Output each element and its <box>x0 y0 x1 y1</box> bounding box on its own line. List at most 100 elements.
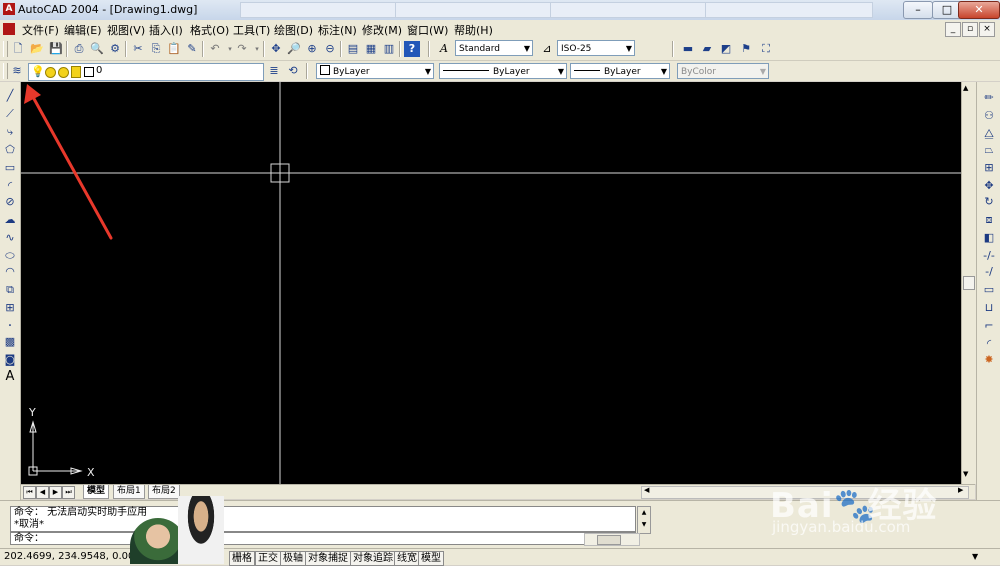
scroll-left-arrow[interactable]: ◀ <box>644 486 649 494</box>
doc-close-button[interactable]: × <box>979 22 995 37</box>
chamfer-icon[interactable]: ⌐ <box>981 318 997 334</box>
region-icon[interactable]: ◙ <box>2 352 18 368</box>
menu-window[interactable]: 窗口(W) <box>407 22 448 38</box>
dashboard-icon-4[interactable]: ⚑ <box>738 41 754 57</box>
revision-cloud-icon[interactable]: ☁ <box>2 212 18 228</box>
zoom-previous-icon[interactable]: ⊖ <box>322 41 338 57</box>
doc-minimize-button[interactable]: _ <box>945 22 961 37</box>
layer-previous-icon[interactable]: ⟲ <box>285 63 301 79</box>
autocad-doc-icon[interactable] <box>3 23 15 35</box>
dashboard-icon-5[interactable]: ⛶ <box>758 41 774 57</box>
arc-icon[interactable]: ◜ <box>2 178 18 194</box>
scroll-down-arrow[interactable]: ▼ <box>963 470 968 478</box>
scroll-up-arrow[interactable]: ▲ <box>963 84 968 92</box>
close-button[interactable]: ✕ <box>958 1 1000 19</box>
copy-object-icon[interactable]: ⚇ <box>981 108 997 124</box>
mirror-icon[interactable]: ⧋ <box>981 126 997 142</box>
fillet-icon[interactable]: ◜ <box>981 336 997 352</box>
dim-style-icon[interactable]: ⊿ <box>539 41 555 57</box>
explode-icon[interactable]: ✸ <box>981 352 997 368</box>
menu-help[interactable]: 帮助(H) <box>454 22 493 38</box>
doc-restore-button[interactable]: ▫ <box>962 22 978 37</box>
save-icon[interactable]: 💾 <box>48 41 64 57</box>
minimize-button[interactable]: – <box>903 1 933 19</box>
menu-format[interactable]: 格式(O) <box>190 22 229 38</box>
text-style-icon[interactable]: A <box>436 41 452 57</box>
construction-line-icon[interactable]: ⟋ <box>2 106 18 122</box>
help-icon[interactable]: ? <box>404 41 420 57</box>
tool-palettes-icon[interactable]: ▥ <box>381 41 397 57</box>
scroll-right-arrow[interactable]: ▶ <box>958 486 963 494</box>
match-properties-icon[interactable]: ✎ <box>184 41 200 57</box>
command-input[interactable]: 命令： <box>10 532 636 545</box>
copy-icon[interactable]: ⎘ <box>148 41 164 57</box>
menu-dimension[interactable]: 标注(N) <box>318 22 357 38</box>
redo-icon[interactable]: ↷ <box>234 41 250 57</box>
last-tab-button[interactable]: ⏭ <box>62 486 75 499</box>
command-hscroll[interactable] <box>584 533 640 546</box>
point-icon[interactable]: · <box>2 318 18 334</box>
rotate-icon[interactable]: ↻ <box>981 194 997 210</box>
ellipse-arc-icon[interactable]: ◠ <box>2 264 18 280</box>
text-style-select[interactable]: Standard ▼ <box>455 40 533 56</box>
open-folder-icon[interactable]: 📂 <box>29 41 45 57</box>
erase-icon[interactable]: ✏ <box>981 90 997 106</box>
polyline-icon[interactable]: ⤷ <box>2 124 18 140</box>
layer-manager-icon[interactable]: ≋ <box>9 63 25 79</box>
command-hscroll-thumb[interactable] <box>597 535 621 545</box>
zoom-realtime-icon[interactable]: 🔎 <box>286 41 302 57</box>
multiline-text-icon[interactable]: A <box>2 369 18 385</box>
first-tab-button[interactable]: ⏮ <box>23 486 36 499</box>
offset-icon[interactable]: ⏢ <box>981 142 997 158</box>
tab-model[interactable]: 模型 <box>83 485 110 499</box>
move-icon[interactable]: ✥ <box>981 178 997 194</box>
insert-block-icon[interactable]: ⧉ <box>2 282 18 298</box>
dashboard-icon-3[interactable]: ◩ <box>718 41 734 57</box>
undo-icon[interactable]: ↶ <box>207 41 223 57</box>
design-center-icon[interactable]: ▦ <box>363 41 379 57</box>
array-icon[interactable]: ⊞ <box>981 160 997 176</box>
stretch-icon[interactable]: ◧ <box>981 230 997 246</box>
tab-layout2[interactable]: 布局2 <box>148 485 180 499</box>
prev-tab-button[interactable]: ◀ <box>36 486 49 499</box>
drawing-area[interactable]: Y X <box>21 82 961 484</box>
menu-modify[interactable]: 修改(M) <box>362 22 402 38</box>
break-icon[interactable]: ⊔ <box>981 300 997 316</box>
extend-icon[interactable]: -/ <box>981 264 997 280</box>
circle-icon[interactable]: ⊘ <box>2 194 18 210</box>
layer-select[interactable]: 💡 0 <box>28 63 264 81</box>
menu-tools[interactable]: 工具(T) <box>233 22 270 38</box>
hatch-icon[interactable]: ▩ <box>2 334 18 350</box>
print-icon[interactable]: ⎙ <box>71 41 87 57</box>
zoom-window-icon[interactable]: ⊕ <box>304 41 320 57</box>
menu-view[interactable]: 视图(V) <box>107 22 145 38</box>
ellipse-icon[interactable]: ⬭ <box>2 248 18 264</box>
trim-icon[interactable]: -/- <box>981 248 997 264</box>
command-scrollbar[interactable]: ▲ ▼ <box>637 506 651 534</box>
publish-icon[interactable]: ⚙ <box>107 41 123 57</box>
status-menu-arrow-icon[interactable]: ▼ <box>972 552 978 561</box>
new-file-icon[interactable]: 🗋 <box>10 41 26 57</box>
menu-edit[interactable]: 编辑(E) <box>64 22 102 38</box>
dim-style-select[interactable]: ISO-25 ▼ <box>557 40 635 56</box>
menu-insert[interactable]: 插入(I) <box>149 22 183 38</box>
paste-icon[interactable]: 📋 <box>166 41 182 57</box>
polygon-icon[interactable]: ⬠ <box>2 142 18 158</box>
plot-preview-icon[interactable]: 🔍 <box>89 41 105 57</box>
line-icon[interactable]: ╱ <box>2 88 18 104</box>
scale-icon[interactable]: ⧈ <box>981 212 997 228</box>
make-block-icon[interactable]: ⊞ <box>2 300 18 316</box>
make-object-layer-current-icon[interactable]: ≣ <box>266 63 282 79</box>
tab-layout1[interactable]: 布局1 <box>113 485 145 499</box>
next-tab-button[interactable]: ▶ <box>49 486 62 499</box>
menu-draw[interactable]: 绘图(D) <box>274 22 313 38</box>
menu-file[interactable]: 文件(F) <box>22 22 59 38</box>
scroll-thumb[interactable] <box>963 276 975 290</box>
pan-realtime-icon[interactable]: ✥ <box>268 41 284 57</box>
vertical-scrollbar[interactable]: ▲ ▼ <box>961 82 976 484</box>
dashboard-icon-2[interactable]: ▰ <box>699 41 715 57</box>
spline-icon[interactable]: ∿ <box>2 230 18 246</box>
cut-icon[interactable]: ✂ <box>130 41 146 57</box>
break-at-point-icon[interactable]: ▭ <box>981 282 997 298</box>
properties-icon[interactable]: ▤ <box>345 41 361 57</box>
